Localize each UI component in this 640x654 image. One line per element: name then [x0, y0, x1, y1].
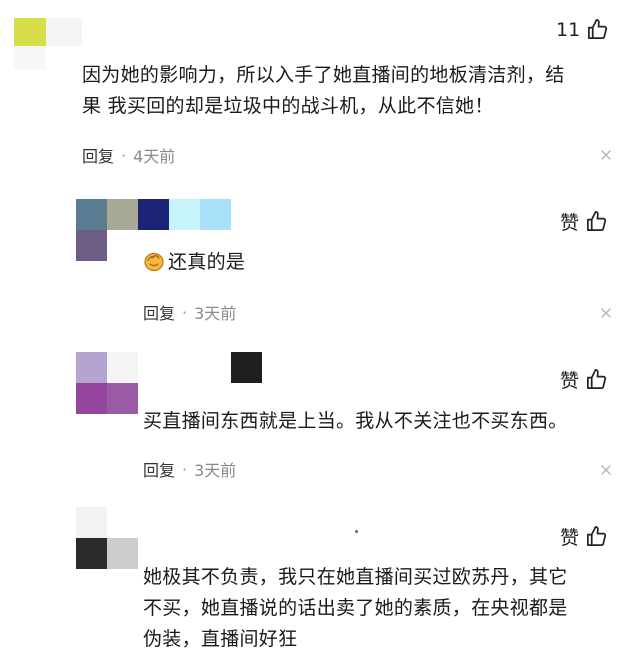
like-button[interactable]: 赞	[560, 523, 608, 550]
comment-item: 11 因为她的影响力，所以入手了她直播间的地板清洁剂，结 果 我买回的却是垃圾中…	[0, 0, 640, 180]
separator-dot: ·	[182, 459, 188, 479]
comment-text: 因为她的影响力，所以入手了她直播间的地板清洁剂，结 果 我买回的却是垃圾中的战斗…	[82, 64, 565, 117]
like-label: 赞	[560, 527, 580, 549]
thumbs-up-icon	[585, 210, 608, 233]
separator-dot: ·	[121, 145, 127, 165]
like-label: 赞	[560, 370, 580, 392]
comment-meta: 回复 · 3天前	[143, 457, 236, 481]
like-button[interactable]: 赞	[560, 366, 608, 393]
close-icon[interactable]	[599, 306, 613, 320]
comment-text: 她极其不负责，我只在她直播间买过欧苏丹，其它 不买，她直播说的话出卖了她的素质，…	[143, 566, 568, 650]
close-icon[interactable]	[599, 463, 613, 477]
comment-meta: 回复 · 3天前	[143, 300, 236, 324]
decorative-dot	[355, 530, 358, 533]
comment-text: 还真的是	[143, 247, 603, 278]
avatar[interactable]	[76, 507, 138, 569]
comment-text: 买直播间东西就是上当。我从不关注也不买东西。	[143, 410, 568, 432]
thumbs-up-icon	[585, 368, 608, 391]
reply-button[interactable]: 回复	[143, 457, 175, 481]
comment-meta: 回复 · 4天前	[82, 143, 175, 167]
reply-button[interactable]: 回复	[143, 300, 175, 324]
comment-list: 11 因为她的影响力，所以入手了她直播间的地板清洁剂，结 果 我买回的却是垃圾中…	[0, 0, 640, 654]
avatar[interactable]	[76, 352, 262, 414]
like-button[interactable]: 赞	[560, 208, 608, 235]
like-button[interactable]: 11	[556, 18, 609, 41]
thumbs-up-icon	[585, 525, 608, 548]
timestamp: 4天前	[133, 147, 176, 166]
timestamp: 3天前	[194, 304, 237, 323]
thumbs-up-icon	[586, 18, 609, 41]
reply-button[interactable]: 回复	[82, 143, 114, 167]
clapping-hands-emoji	[143, 250, 165, 272]
separator-dot: ·	[182, 302, 188, 322]
reply-item: 赞 还真的是 回复 · 3天前	[0, 180, 640, 340]
reply-item: 赞 买直播间东西就是上当。我从不关注也不买东西。 回复 · 3天前	[0, 340, 640, 500]
like-label: 赞	[560, 212, 580, 234]
avatar[interactable]	[14, 18, 82, 70]
reply-item: 赞 她极其不负责，我只在她直播间买过欧苏丹，其它 不买，她直播说的话出卖了她的素…	[0, 500, 640, 654]
timestamp: 3天前	[194, 461, 237, 480]
like-count: 11	[556, 18, 581, 41]
close-icon[interactable]	[599, 148, 613, 162]
